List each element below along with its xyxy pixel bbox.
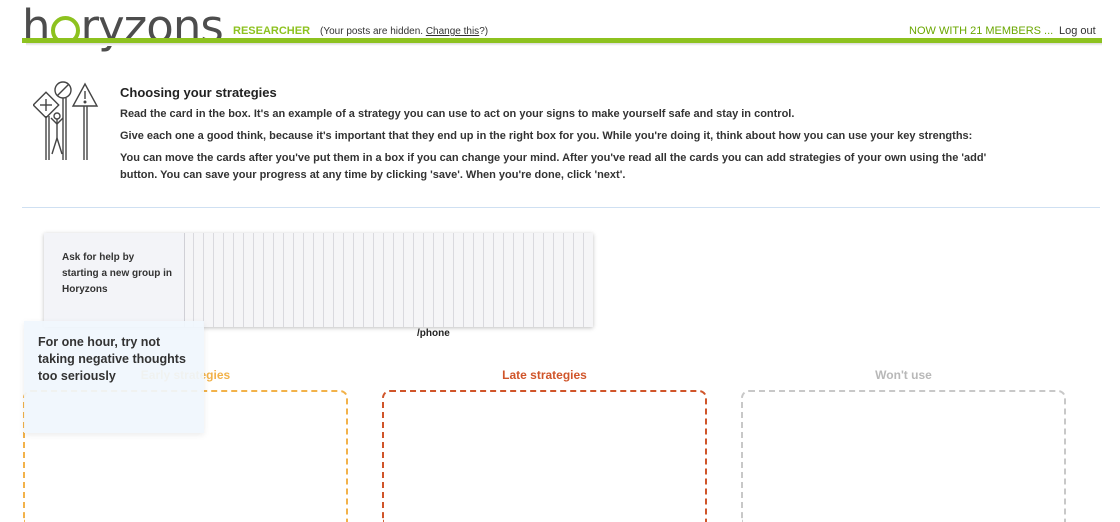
dragged-card-text: For one hour, try not taking negative th… bbox=[38, 335, 186, 383]
role-label: RESEARCHER bbox=[233, 25, 311, 37]
role-note: (Your posts are hidden. Change this?) bbox=[320, 26, 489, 37]
wont-use-label: Won't use bbox=[875, 368, 932, 382]
intro-title: Choosing your strategies bbox=[120, 85, 277, 100]
wont-use-box[interactable] bbox=[741, 390, 1066, 522]
strategy-signs-icon bbox=[32, 80, 105, 169]
intro-paragraph-3b: button. You can save your progress at an… bbox=[120, 169, 626, 181]
late-strategies-box[interactable] bbox=[382, 390, 707, 522]
intro-paragraph-2: Give each one a good think, because it's… bbox=[120, 130, 973, 142]
section-divider bbox=[22, 207, 1100, 208]
intro-paragraph-1: Read the card in the box. It's an exampl… bbox=[120, 108, 795, 120]
logout-link[interactable]: Log out bbox=[1059, 25, 1096, 37]
card-stack-caption: /phone bbox=[417, 328, 450, 339]
members-count: NOW WITH 21 MEMBERS ... bbox=[909, 25, 1054, 37]
late-strategies-label: Late strategies bbox=[502, 368, 587, 382]
intro-paragraph-3a: You can move the cards after you've put … bbox=[120, 152, 987, 164]
top-card-text: Ask for help by starting a new group in … bbox=[62, 252, 173, 295]
change-visibility-link[interactable]: Change this bbox=[426, 26, 479, 37]
header-shadow bbox=[26, 43, 1102, 46]
